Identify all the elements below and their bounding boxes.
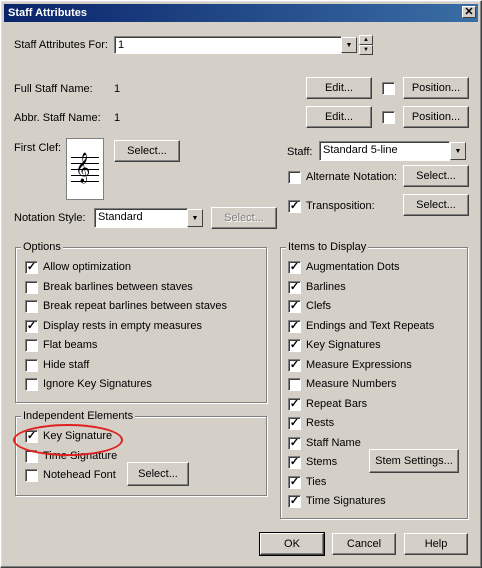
title-bar: Staff Attributes ✕ — [4, 4, 478, 22]
display-checkbox[interactable]: ✓ — [288, 475, 301, 489]
display-checkbox[interactable]: ✓ — [288, 339, 301, 352]
options-checkbox[interactable] — [25, 339, 38, 352]
options-checkbox[interactable] — [25, 280, 38, 294]
display-item-label: Key Signatures — [306, 339, 381, 351]
staff-for-label: Staff Attributes For: — [14, 39, 108, 51]
staff-for-dropdown-button[interactable]: ▼ — [341, 37, 357, 53]
independent-elements-title: Independent Elements — [21, 410, 136, 422]
options-item-label: Break barlines between staves — [43, 280, 193, 293]
transposition-label: Transposition: — [306, 200, 375, 212]
first-clef-select-button[interactable]: Select... — [114, 140, 180, 162]
display-item-label: Stems — [306, 456, 338, 468]
notation-style-value: Standard — [98, 211, 143, 223]
cancel-button[interactable]: Cancel — [332, 533, 396, 555]
display-item-label: Time Signatures — [306, 495, 386, 507]
full-name-position-checkbox[interactable] — [382, 82, 395, 95]
options-item-label: Ignore Key Signatures — [43, 378, 152, 390]
independent-item-label: Notehead Font — [43, 469, 116, 481]
full-name-edit-button[interactable]: Edit... — [306, 77, 372, 99]
options-checkbox[interactable] — [25, 378, 38, 391]
chevron-down-icon: ▼ — [191, 214, 199, 222]
abbr-staff-name-value: 1 — [114, 112, 121, 124]
display-item-label: Barlines — [306, 280, 346, 293]
staff-for-value: 1 — [118, 39, 125, 51]
options-checkbox[interactable] — [25, 358, 38, 372]
staff-for-combo[interactable]: 1 — [114, 36, 342, 54]
full-name-position-button[interactable]: Position... — [403, 77, 469, 99]
display-checkbox[interactable]: ✓ — [288, 300, 301, 313]
options-item-label: Flat beams — [43, 339, 98, 351]
display-checkbox[interactable] — [288, 378, 301, 391]
staff-type-value: Standard 5-line — [323, 144, 398, 156]
clef-preview[interactable]: 𝄞 — [66, 138, 104, 200]
options-item-label: Break repeat barlines between staves — [43, 300, 228, 312]
spin-up-icon: ▲ — [363, 37, 369, 43]
options-item-label: Hide staff — [43, 358, 90, 371]
display-checkbox[interactable]: ✓ — [288, 456, 301, 469]
full-staff-name-label: Full Staff Name: — [14, 83, 93, 95]
items-to-display-title: Items to Display — [286, 241, 369, 253]
notation-style-dropdown-button[interactable]: ▼ — [187, 209, 203, 227]
alternate-notation-select-button[interactable]: Select... — [403, 165, 469, 187]
alternate-notation-checkbox[interactable] — [288, 171, 301, 184]
display-item-label: Endings and Text Repeats — [306, 319, 435, 332]
abbr-staff-name-label: Abbr. Staff Name: — [14, 112, 101, 124]
spin-down-button[interactable]: ▼ — [359, 45, 373, 55]
transposition-select-button[interactable]: Select... — [403, 194, 469, 216]
notation-style-label: Notation Style: — [14, 212, 86, 224]
display-item-label: Ties — [306, 475, 327, 488]
spin-down-icon: ▼ — [363, 47, 369, 53]
close-icon[interactable]: ✕ — [462, 6, 476, 18]
window-title: Staff Attributes — [8, 7, 88, 19]
options-item-label: Allow optimization — [43, 261, 132, 273]
first-clef-label: First Clef: — [14, 142, 62, 154]
staff-label: Staff: — [287, 146, 313, 158]
staff-type-dropdown-button[interactable]: ▼ — [450, 142, 466, 160]
display-checkbox[interactable]: ✓ — [288, 280, 301, 294]
alternate-notation-label: Alternate Notation: — [306, 171, 398, 183]
chevron-down-icon: ▼ — [454, 147, 462, 155]
display-checkbox[interactable]: ✓ — [288, 495, 301, 508]
display-item-label: Staff Name — [306, 436, 361, 449]
abbr-name-position-checkbox[interactable] — [382, 111, 395, 124]
options-group-title: Options — [21, 241, 63, 253]
abbr-name-position-button[interactable]: Position... — [403, 106, 469, 128]
display-item-label: Repeat Bars — [306, 397, 368, 410]
chevron-down-icon: ▼ — [345, 41, 353, 49]
options-checkbox[interactable] — [25, 300, 38, 313]
staff-type-combo[interactable]: Standard 5-line — [319, 141, 450, 161]
display-item-label: Clefs — [306, 300, 332, 312]
spin-up-button[interactable]: ▲ — [359, 35, 373, 45]
display-checkbox[interactable]: ✓ — [288, 261, 301, 274]
display-item-label: Measure Expressions — [306, 358, 412, 371]
abbr-name-edit-button[interactable]: Edit... — [306, 106, 372, 128]
display-item-label: Measure Numbers — [306, 378, 397, 390]
display-checkbox[interactable]: ✓ — [288, 397, 301, 411]
staff-attributes-dialog: Staff Attributes ✕ Staff Attributes For:… — [0, 0, 482, 568]
notation-style-combo[interactable]: Standard — [94, 208, 188, 228]
treble-clef-icon: 𝄞 — [75, 153, 91, 183]
notation-style-select-button[interactable]: Select... — [211, 207, 277, 229]
help-button[interactable]: Help — [404, 533, 468, 555]
full-staff-name-value: 1 — [114, 83, 121, 95]
display-checkbox[interactable]: ✓ — [288, 319, 301, 333]
display-item-label: Augmentation Dots — [306, 261, 400, 273]
display-checkbox[interactable]: ✓ — [288, 436, 301, 450]
independent-checkbox[interactable] — [25, 469, 38, 482]
notehead-font-select-button[interactable]: Select... — [127, 462, 189, 486]
options-checkbox[interactable]: ✓ — [25, 261, 38, 274]
transposition-checkbox[interactable]: ✓ — [288, 200, 301, 213]
options-checkbox[interactable]: ✓ — [25, 319, 38, 333]
ok-button[interactable]: OK — [259, 532, 325, 556]
display-checkbox[interactable]: ✓ — [288, 417, 301, 430]
stem-settings-button[interactable]: Stem Settings... — [369, 449, 459, 473]
options-item-label: Display rests in empty measures — [43, 319, 202, 332]
display-item-label: Rests — [306, 417, 335, 429]
red-annotation-circle — [13, 424, 123, 456]
display-checkbox[interactable]: ✓ — [288, 358, 301, 372]
